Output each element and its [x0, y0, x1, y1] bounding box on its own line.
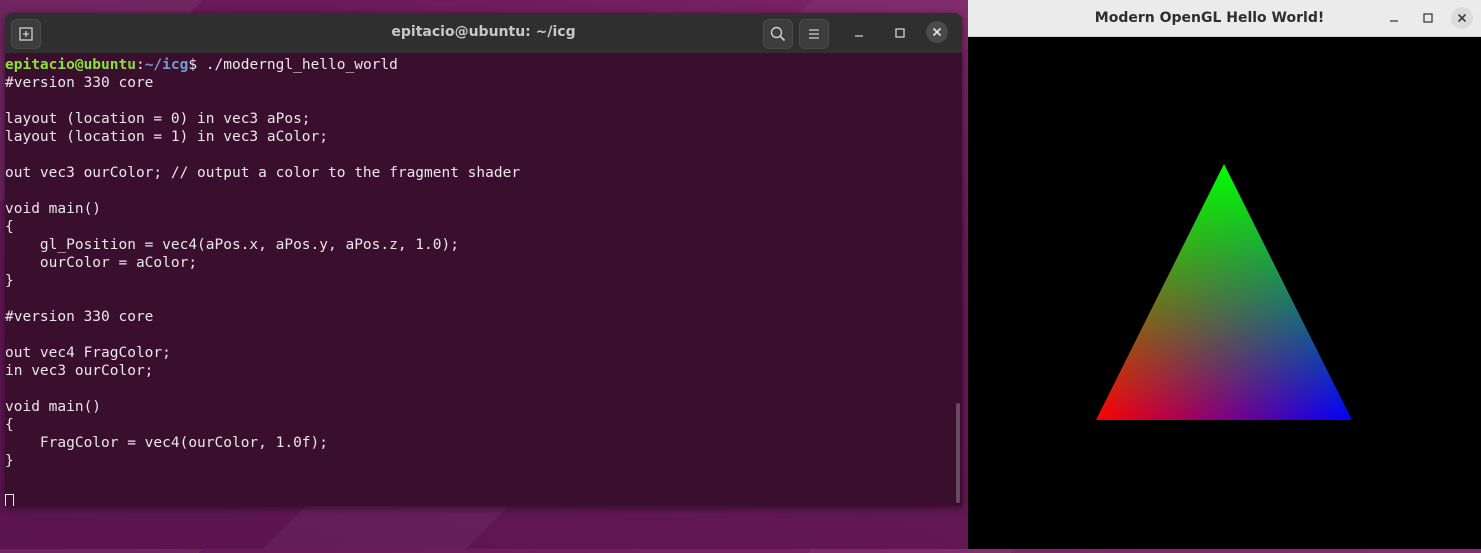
cursor-line [5, 488, 952, 506]
output-line: void main() [5, 399, 102, 415]
output-line: { [5, 417, 14, 433]
output-line: out vec3 ourColor; // output a color to … [5, 165, 521, 181]
output-line: in vec3 ourColor; [5, 363, 154, 379]
program-output: #version 330 core layout (location = 0) i… [5, 74, 952, 488]
opengl-render-canvas [968, 37, 1481, 549]
terminal-titlebar[interactable]: epitacio@ubuntu: ~/icg [5, 13, 962, 54]
menu-button[interactable] [799, 19, 829, 49]
prompt-user: epitacio@ubuntu [5, 57, 136, 73]
output-line: ourColor = aColor; [5, 255, 198, 271]
command-text: ./moderngl_hello_world [205, 57, 398, 73]
terminal-window: epitacio@ubuntu: ~/icg epitacio@ubuntu:~… [5, 13, 962, 506]
output-line: layout (location = 1) in vec3 aColor; [5, 129, 329, 145]
terminal-scrollbar[interactable] [956, 403, 960, 503]
maximize-icon [1423, 13, 1433, 23]
minimize-icon [855, 35, 863, 37]
prompt-line: epitacio@ubuntu:~/icg$ ./moderngl_hello_… [5, 56, 952, 74]
triangle-top-gradient [1096, 164, 1352, 420]
minimize-icon [1390, 20, 1398, 22]
search-button[interactable] [763, 19, 793, 49]
output-line: } [5, 273, 14, 289]
close-icon [1457, 13, 1467, 23]
prompt-path: ~/icg [144, 57, 189, 73]
opengl-titlebar[interactable]: Modern OpenGL Hello World! [968, 0, 1481, 37]
triangle-scene [1096, 164, 1352, 420]
opengl-window: Modern OpenGL Hello World! [968, 0, 1481, 549]
text-cursor [5, 494, 14, 506]
minimize-button[interactable] [845, 19, 873, 47]
output-line: FragColor = vec4(ourColor, 1.0f); [5, 435, 329, 451]
output-line: { [5, 219, 14, 235]
close-icon [932, 27, 942, 37]
output-line: gl_Position = vec4(aPos.x, aPos.y, aPos.… [5, 237, 459, 253]
search-icon [770, 26, 786, 42]
prompt-separator: : [135, 57, 145, 73]
opengl-close-button[interactable] [1451, 7, 1473, 29]
output-line: out vec4 FragColor; [5, 345, 171, 361]
prompt-end: $ [188, 57, 206, 73]
output-line: #version 330 core [5, 75, 154, 91]
close-button[interactable] [926, 21, 948, 43]
output-line: #version 330 core [5, 309, 154, 325]
maximize-button[interactable] [886, 19, 914, 47]
output-line: layout (location = 0) in vec3 aPos; [5, 111, 311, 127]
opengl-minimize-button[interactable] [1383, 7, 1405, 29]
opengl-window-title: Modern OpenGL Hello World! [1094, 10, 1325, 26]
output-line: void main() [5, 201, 102, 217]
maximize-icon [895, 28, 905, 38]
terminal-output-area[interactable]: epitacio@ubuntu:~/icg$ ./moderngl_hello_… [5, 54, 952, 506]
opengl-maximize-button[interactable] [1417, 7, 1439, 29]
output-line: } [5, 453, 14, 469]
hamburger-menu-icon [809, 29, 819, 39]
